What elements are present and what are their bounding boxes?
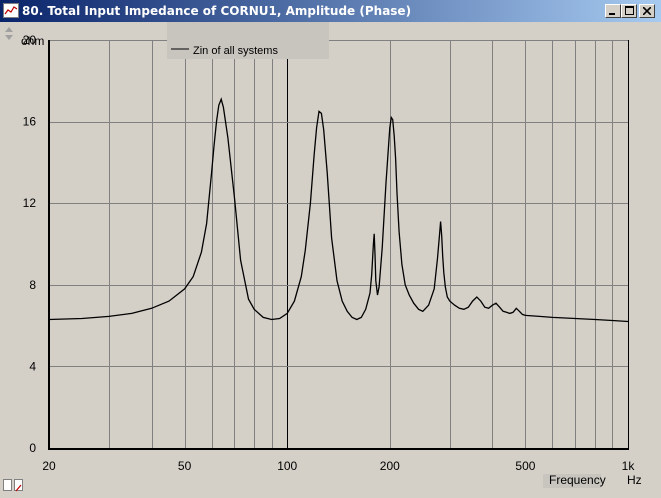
y-tick-label: 16 [23, 115, 37, 129]
legend-entry-zin: Zin of all systems [193, 45, 278, 57]
x-tick-labels: 20 50 100 200 500 1k [42, 459, 635, 473]
scroll-arrows[interactable] [5, 27, 13, 40]
title-bar[interactable]: 80. Total Input Impedance of CORNU1, Amp… [0, 0, 661, 22]
minimize-button[interactable] [605, 4, 621, 18]
grid [49, 40, 629, 448]
window-title: 80. Total Input Impedance of CORNU1, Amp… [22, 4, 412, 18]
x-tick-label: 200 [380, 459, 400, 473]
x-tick-label: 500 [515, 459, 535, 473]
x-axis-unit: Hz [627, 473, 642, 487]
y-tick-labels: 048121620 [23, 33, 37, 455]
chart-window-icon-glyph [4, 6, 18, 15]
series-line-zin [48, 97, 629, 323]
y-tick-label: 8 [29, 278, 36, 292]
y-tick-label: 0 [29, 441, 36, 455]
y-tick-label: 12 [23, 196, 37, 210]
x-axis-line [48, 448, 629, 450]
close-button[interactable] [639, 4, 655, 18]
status-edit-icon[interactable] [14, 479, 23, 492]
maximize-button[interactable] [621, 4, 637, 18]
close-icon [642, 5, 652, 17]
scroll-up-icon[interactable] [5, 27, 13, 32]
y-axis-label: ohm [21, 34, 44, 48]
maximize-icon [624, 5, 634, 17]
x-tick-label: 100 [277, 459, 297, 473]
status-page-icon[interactable] [3, 479, 12, 491]
x-axis-label: Frequency [549, 473, 606, 487]
legend: Zin of all systems [167, 22, 329, 59]
x-tick-label: 50 [178, 459, 192, 473]
chart-window-icon[interactable] [3, 3, 19, 18]
impedance-chart: 048121620 20 50 100 200 500 1k ohm Frequency … [5, 22, 642, 488]
y-axis-line [48, 40, 50, 450]
minimize-icon [609, 6, 617, 17]
scroll-down-icon[interactable] [5, 35, 13, 40]
x-tick-label: 20 [42, 459, 56, 473]
y-tick-label: 4 [29, 359, 36, 373]
x-tick-label: 1k [622, 459, 636, 473]
